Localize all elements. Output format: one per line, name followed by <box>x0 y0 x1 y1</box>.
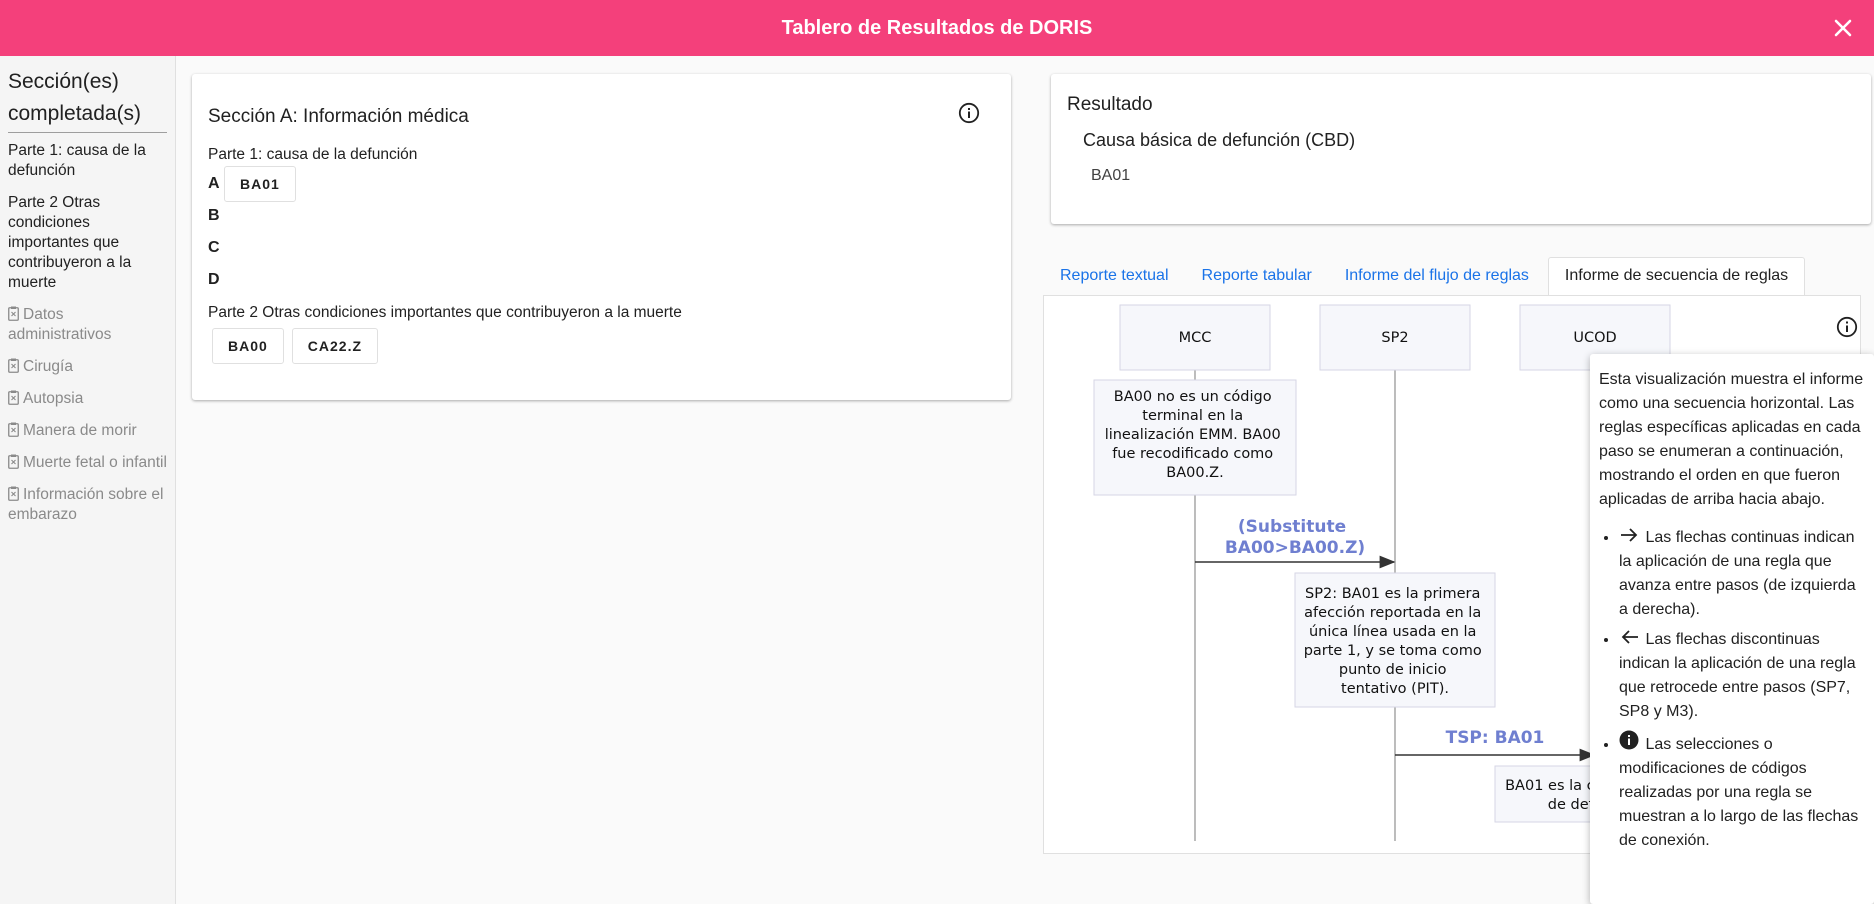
tooltip-item: Las selecciones o modificaciones de códi… <box>1619 730 1864 853</box>
arrow-label: TSP: BA01 <box>1446 728 1545 748</box>
clipboard-icon <box>8 454 19 469</box>
note-mcc: BA00 no es un código terminal en la line… <box>1093 379 1297 496</box>
cause-line-c: C <box>208 232 995 264</box>
sidebar-item-label: Datos administrativos <box>8 306 112 343</box>
sidebar-item-label: Muerte fetal o infantil <box>23 454 167 471</box>
tooltip-list: Las flechas continuas indican la aplicac… <box>1619 526 1864 853</box>
note-line: BA00.Z. <box>1166 465 1223 481</box>
section-a-card: Sección A: Información médica Parte 1: c… <box>192 74 1011 400</box>
tooltip-item-text: Las selecciones o modificaciones de códi… <box>1619 736 1859 849</box>
arrow-label: BA00>BA00.Z) <box>1225 538 1365 558</box>
tab-tabular-report[interactable]: Reporte tabular <box>1188 257 1326 295</box>
clipboard-icon <box>8 422 19 437</box>
svg-text:(Substitute BA00>BA00.: (Substitute BA00>BA00.Z) <box>1225 517 1365 558</box>
sidebar-item-part2[interactable]: Parte 2 Otras condiciones importantes qu… <box>8 193 167 293</box>
note-line: fue recodificado como <box>1112 446 1273 462</box>
sidebar-title: Sección(es) completada(s) <box>8 66 167 133</box>
clipboard-icon <box>8 486 19 501</box>
arrow-left-icon <box>1621 630 1638 644</box>
sidebar-item-label: Información sobre el embarazo <box>8 486 164 523</box>
sidebar-item-label: Autopsia <box>23 390 84 407</box>
arrow-tsp: TSP: BA01 <box>1395 728 1596 762</box>
result-title: Resultado <box>1067 94 1153 115</box>
participant-label: SP2 <box>1381 330 1408 346</box>
sidebar-item-administrative[interactable]: Datos administrativos <box>8 305 167 345</box>
note-line: terminal en la <box>1142 408 1243 424</box>
cause-line-d: D <box>208 264 995 296</box>
cbd-value: BA01 <box>1091 167 1131 184</box>
clipboard-icon <box>8 390 19 405</box>
clipboard-icon <box>8 306 19 321</box>
line-letter: B <box>208 207 220 224</box>
note-line: BA00 no es un código <box>1114 389 1272 405</box>
tab-rule-sequence-report[interactable]: Informe de secuencia de reglas <box>1547 257 1806 295</box>
code-chip[interactable]: BA01 <box>224 166 296 202</box>
note-line: tentativo (PIT). <box>1341 681 1449 697</box>
tooltip-item-text: Las flechas discontinuas indican la apli… <box>1619 631 1856 720</box>
info-filled-icon <box>1619 730 1639 750</box>
result-card: Resultado Causa básica de defunción (CBD… <box>1051 74 1871 224</box>
info-icon[interactable] <box>1836 316 1858 338</box>
cbd-label: Causa básica de defunción (CBD) <box>1083 130 1356 150</box>
app-header: Tablero de Resultados de DORIS <box>0 0 1874 56</box>
tooltip-intro: Esta visualización muestra el informe co… <box>1599 371 1864 508</box>
section-a-title: Sección A: Información médica <box>208 106 469 127</box>
legend-tooltip: Esta visualización muestra el informe co… <box>1590 354 1874 904</box>
info-icon[interactable] <box>958 102 980 124</box>
part2-codes: BA00 CA22.Z <box>212 328 995 364</box>
arrow-label: (Substitute <box>1238 517 1346 537</box>
note-line: parte 1, y se toma como <box>1304 643 1482 659</box>
participant-mcc: MCC <box>1119 304 1271 371</box>
note-line: SP2: BA01 es la primera <box>1305 586 1480 602</box>
sidebar-item-surgery[interactable]: Cirugía <box>8 357 167 377</box>
arrow-substitute: (Substitute BA00>BA00.Z) <box>1195 517 1396 569</box>
code-chip[interactable]: BA00 <box>212 328 284 364</box>
cause-line-a: A BA01 <box>208 166 995 202</box>
note-line: única línea usada en la <box>1309 624 1477 640</box>
part1-label: Parte 1: causa de la defunción <box>208 146 418 163</box>
sidebar-item-autopsy[interactable]: Autopsia <box>8 389 167 409</box>
report-tabs: Reporte textual Reporte tabular Informe … <box>1046 257 1810 295</box>
note-sp2: SP2: BA01 es la primera afección reporta… <box>1294 572 1496 708</box>
app-title: Tablero de Resultados de DORIS <box>781 16 1093 39</box>
sidebar-item-label: Manera de morir <box>23 422 137 439</box>
note-line: linealización EMM. BA00 <box>1105 427 1281 443</box>
tooltip-item: Las flechas discontinuas indican la apli… <box>1619 628 1864 724</box>
arrow-right-icon <box>1621 528 1638 542</box>
cause-line-b: B <box>208 200 995 232</box>
participant-label: UCOD <box>1573 330 1616 346</box>
line-letter: C <box>208 239 220 256</box>
line-letter: D <box>208 271 220 288</box>
line-letter: A <box>208 175 220 192</box>
sidebar-item-fetal-death[interactable]: Muerte fetal o infantil <box>8 453 167 473</box>
sidebar-item-label: Cirugía <box>23 358 73 375</box>
tab-textual-report[interactable]: Reporte textual <box>1046 257 1183 295</box>
clipboard-icon <box>8 358 19 373</box>
part2-label: Parte 2 Otras condiciones importantes qu… <box>208 304 682 321</box>
participant-sp2: SP2 <box>1319 304 1471 371</box>
sidebar-item-pregnancy[interactable]: Información sobre el embarazo <box>8 485 167 525</box>
participant-label: MCC <box>1179 330 1212 346</box>
tab-rule-flow-report[interactable]: Informe del flujo de reglas <box>1331 257 1543 295</box>
sidebar-item-part1[interactable]: Parte 1: causa de la defunción <box>8 141 167 181</box>
note-line: afección reportada en la <box>1304 605 1481 621</box>
close-icon[interactable] <box>1828 13 1858 43</box>
tooltip-item: Las flechas continuas indican la aplicac… <box>1619 526 1864 622</box>
sidebar-item-manner-of-death[interactable]: Manera de morir <box>8 421 167 441</box>
tooltip-item-text: Las flechas continuas indican la aplicac… <box>1619 529 1856 618</box>
code-chip[interactable]: CA22.Z <box>291 328 379 364</box>
note-line: punto de inicio <box>1339 662 1447 678</box>
sections-sidebar: Sección(es) completada(s) Parte 1: causa… <box>0 56 176 904</box>
